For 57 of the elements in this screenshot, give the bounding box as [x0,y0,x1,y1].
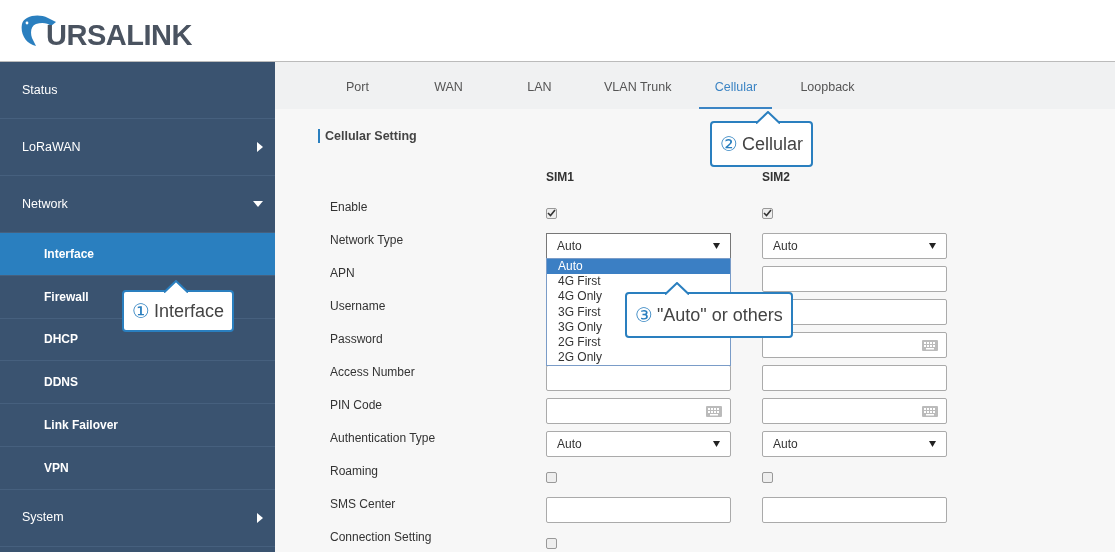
section-title: Cellular Setting [318,129,417,143]
input-field[interactable] [762,266,947,292]
tab[interactable]: LAN [503,62,576,109]
field-label: APN [330,266,355,280]
field-label: PIN Code [330,398,383,412]
tab[interactable]: Port [321,62,394,109]
field-label: Access Number [330,365,415,379]
field-label: Roaming [330,464,379,478]
caret-right-icon [257,512,263,523]
password-field[interactable] [762,398,947,424]
dropdown-option[interactable]: 2G First [547,334,730,351]
callout-number: ③ [635,302,653,329]
keyboard-icon [922,339,938,351]
field-label: Network Type [330,233,404,247]
input-field[interactable] [546,497,731,523]
checkbox[interactable] [546,207,557,219]
input-field[interactable] [762,497,947,523]
dropdown-option[interactable]: 2G Only [547,350,730,366]
caret-down-icon [713,243,720,249]
field-label: Connection Setting [330,530,432,544]
tab[interactable]: Loopback [790,62,865,109]
field-label: Username [330,299,386,313]
dropdown-option[interactable]: 4G First [547,274,730,290]
checkbox[interactable] [546,537,557,549]
password-field[interactable] [762,332,947,358]
input-field[interactable] [762,365,947,391]
checkbox[interactable] [762,471,773,483]
column-header: SIM2 [762,169,790,186]
field-label: SMS Center [330,497,396,511]
keyboard-icon [706,405,722,417]
caret-down-icon [929,243,936,249]
field-label: Authentication Type [330,431,436,445]
callout-text: Cellular [741,132,803,156]
tab[interactable]: VLAN Trunk [594,62,682,109]
field-label: Enable [330,200,368,214]
sidebar-subitem[interactable]: Interface [0,233,275,276]
callout-number: ② [720,131,738,158]
checkbox[interactable] [546,471,557,483]
caret-down-icon [253,201,263,207]
field-label: Password [330,332,383,346]
callout-text: "Auto" or others [656,303,783,327]
tab[interactable]: WAN [412,62,485,109]
column-header: SIM1 [546,169,574,186]
select-dropdown[interactable]: Auto [762,431,947,457]
password-field[interactable] [546,398,731,424]
input-field[interactable] [546,365,731,391]
keyboard-icon [922,405,938,417]
select-dropdown[interactable]: Auto [546,431,731,457]
tab[interactable]: Cellular [699,62,773,109]
caret-down-icon [929,441,936,447]
checkbox[interactable] [762,207,773,219]
select-dropdown[interactable]: Auto [762,233,947,259]
select-dropdown[interactable]: Auto [546,233,731,259]
caret-right-icon [257,142,263,152]
logo-text: URSALINK [46,17,192,53]
caret-down-icon [713,441,720,447]
dropdown-option[interactable]: Auto [547,259,730,275]
